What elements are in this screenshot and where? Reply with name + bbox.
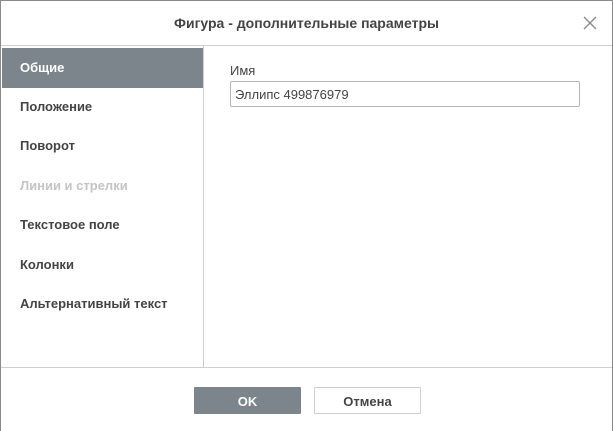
- sidebar-item-text-box[interactable]: Текстовое поле: [2, 205, 203, 245]
- close-icon[interactable]: [582, 15, 598, 31]
- dialog-footer: OK Отмена: [1, 367, 612, 431]
- name-input[interactable]: [230, 81, 580, 107]
- cancel-button[interactable]: Отмена: [314, 387, 421, 414]
- settings-sidebar: Общие Положение Поворот Линии и стрелки …: [2, 46, 204, 367]
- sidebar-item-position[interactable]: Положение: [2, 87, 203, 127]
- sidebar-item-lines-arrows: Линии и стрелки: [20, 178, 128, 193]
- advanced-settings-dialog: Фигура - дополнительные параметры Общие …: [0, 0, 613, 431]
- dialog-titlebar: Фигура - дополнительные параметры: [1, 1, 612, 46]
- sidebar-item-alt-text[interactable]: Альтернативный текст: [2, 284, 203, 324]
- ok-button[interactable]: OK: [194, 387, 301, 414]
- name-label: Имя: [230, 63, 256, 78]
- sidebar-item-columns[interactable]: Колонки: [2, 245, 203, 285]
- dialog-title: Фигура - дополнительные параметры: [174, 15, 439, 31]
- general-panel: Имя: [204, 46, 612, 367]
- sidebar-item-rotation[interactable]: Поворот: [2, 126, 203, 166]
- sidebar-item-general[interactable]: Общие: [2, 48, 203, 88]
